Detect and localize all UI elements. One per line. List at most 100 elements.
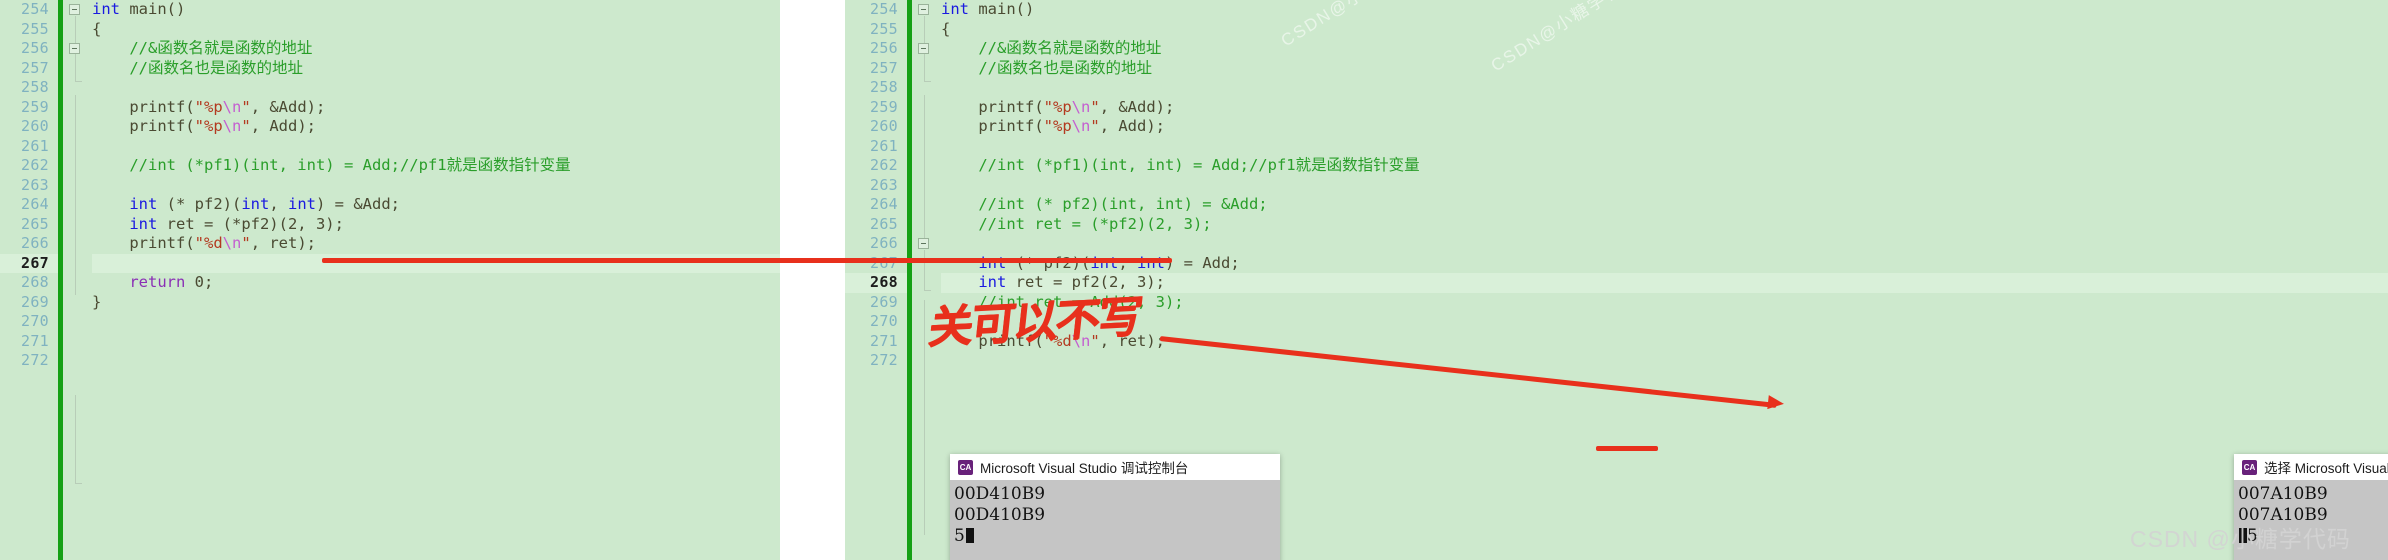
code-line[interactable]: //&函数名就是函数的地址 [941, 39, 2388, 59]
code-token: %p [1053, 117, 1072, 135]
code-token: //&函数名就是函数的地址 [941, 39, 1162, 57]
line-number: 269 [21, 292, 49, 311]
console-titlebar-left[interactable]: CA Microsoft Visual Studio 调试控制台 [950, 454, 1280, 480]
code-line[interactable]: { [941, 20, 2388, 40]
fold-toggle-icon[interactable] [69, 4, 80, 15]
code-line[interactable] [941, 137, 2388, 157]
code-token: //int (* pf2)(int, int) = &Add; [941, 195, 1268, 213]
annotation-underline-left [322, 258, 1172, 263]
code-line[interactable]: printf("%p\n", Add); [941, 117, 2388, 137]
fold-toggle-icon[interactable] [918, 4, 929, 15]
fold-toggle-icon[interactable] [69, 43, 80, 54]
console-titlebar-right[interactable]: CA 选择 Microsoft Visual [2234, 454, 2388, 480]
fold-toggle-icon[interactable] [918, 43, 929, 54]
code-line[interactable]: //int (* pf2)(int, int) = &Add; [941, 195, 2388, 215]
code-token: //int (*pf1)(int, int) = Add;//pf1就是函数指针… [92, 156, 571, 174]
fold-guide-line [924, 55, 925, 81]
code-line[interactable] [941, 312, 2388, 332]
console-window-left[interactable]: CA Microsoft Visual Studio 调试控制台 00D410B… [950, 454, 1280, 560]
annotation-arrow-head [1767, 395, 1785, 411]
code-line[interactable]: //int (*pf1)(int, int) = Add;//pf1就是函数指针… [92, 156, 780, 176]
code-line[interactable] [941, 176, 2388, 196]
text-caret [2239, 528, 2247, 543]
line-number: 262 [21, 156, 49, 174]
code-line[interactable] [92, 78, 780, 98]
code-token: printf( [941, 331, 1044, 350]
code-token: 0; [185, 273, 214, 291]
code-line[interactable]: printf("%d\n", ret); [941, 332, 2388, 352]
code-line[interactable]: int ret = (*pf2)(2, 3); [92, 215, 780, 235]
code-token: int [241, 195, 270, 213]
code-token: \n [1071, 117, 1091, 135]
code-editor-left[interactable]: 254 255 256 257 258 259 260 261 262 263 264 265 266 2… [0, 0, 780, 560]
code-line[interactable]: printf("%p\n", &Add); [92, 98, 780, 118]
console-title-left: Microsoft Visual Studio 调试控制台 [980, 461, 1189, 476]
code-line[interactable] [941, 78, 2388, 98]
line-number: 271 [21, 331, 49, 350]
code-line[interactable]: printf("%p\n", Add); [92, 117, 780, 137]
code-token: printf( [92, 117, 195, 135]
line-number: 271 [870, 331, 898, 350]
code-token: , &Add); [250, 97, 326, 116]
line-number: 256 [21, 39, 49, 57]
line-number: 270 [21, 312, 49, 330]
code-line[interactable]: //函数名也是函数的地址 [941, 59, 2388, 79]
code-text-right[interactable]: int main(){ //&函数名就是函数的地址 //函数名也是函数的地址 p… [941, 0, 2388, 371]
code-line[interactable]: //int ret = Add(2, 3); [941, 293, 2388, 313]
line-number: 259 [870, 97, 898, 116]
code-line[interactable]: int ret = pf2(2, 3); [941, 273, 2388, 293]
code-line[interactable]: //int ret = (*pf2)(2, 3); [941, 215, 2388, 235]
code-line[interactable] [92, 253, 780, 273]
code-token: , Add); [1099, 117, 1166, 135]
line-number: 269 [870, 292, 898, 311]
visual-studio-icon: CA [2242, 459, 2257, 475]
fold-guide-end [924, 290, 931, 291]
fold-toggle-icon[interactable] [918, 238, 929, 249]
code-line[interactable] [941, 234, 2388, 254]
code-line[interactable] [92, 351, 780, 371]
console-window-right[interactable]: CA 选择 Microsoft Visual 007A10B9 007A10B9… [2234, 454, 2388, 560]
console-line: 00D410B9 [954, 505, 1046, 525]
fold-guide-line [924, 300, 925, 535]
line-number: 258 [870, 78, 898, 96]
code-token: " [1090, 117, 1100, 135]
code-line[interactable]: int main() [92, 0, 780, 20]
code-line[interactable] [941, 351, 2388, 371]
code-line[interactable] [92, 332, 780, 352]
line-number: 254 [870, 0, 898, 18]
code-token: printf( [941, 97, 1044, 116]
code-token: main() [120, 0, 186, 18]
code-line[interactable]: //int (*pf1)(int, int) = Add;//pf1就是函数指针… [941, 156, 2388, 176]
code-token: int [129, 195, 158, 213]
code-token: , ret); [250, 234, 317, 252]
code-text-left[interactable]: int main(){ //&函数名就是函数的地址 //函数名也是函数的地址 p… [92, 0, 780, 371]
code-line[interactable]: printf("%d\n", ret); [92, 234, 780, 254]
code-line[interactable]: int (* pf2)(int, int) = &Add; [92, 195, 780, 215]
code-line[interactable]: int main() [941, 0, 2388, 20]
code-line[interactable]: printf("%p\n", &Add); [941, 98, 2388, 118]
code-line[interactable]: { [92, 20, 780, 40]
code-line[interactable] [92, 176, 780, 196]
code-line[interactable]: } [92, 293, 780, 313]
code-line[interactable]: return 0; [92, 273, 780, 293]
code-line[interactable] [92, 137, 780, 157]
code-token: int [92, 0, 120, 18]
code-line[interactable]: int (* pf2)(int, int) = Add; [941, 254, 2388, 274]
pane-divider [780, 0, 845, 560]
code-folding-column-left[interactable] [63, 0, 89, 560]
code-line[interactable]: //&函数名就是函数的地址 [92, 39, 780, 59]
code-folding-column-right[interactable] [912, 0, 938, 560]
line-number: 267 [0, 253, 58, 273]
fold-guide-end [75, 483, 82, 484]
code-token: \n [1071, 331, 1091, 350]
code-line[interactable] [92, 312, 780, 332]
line-number: 263 [21, 175, 49, 194]
code-token: int [978, 273, 1007, 291]
console-line: 5 [2238, 526, 2388, 547]
code-line[interactable]: //函数名也是函数的地址 [92, 59, 780, 79]
line-number: 266 [21, 234, 49, 252]
